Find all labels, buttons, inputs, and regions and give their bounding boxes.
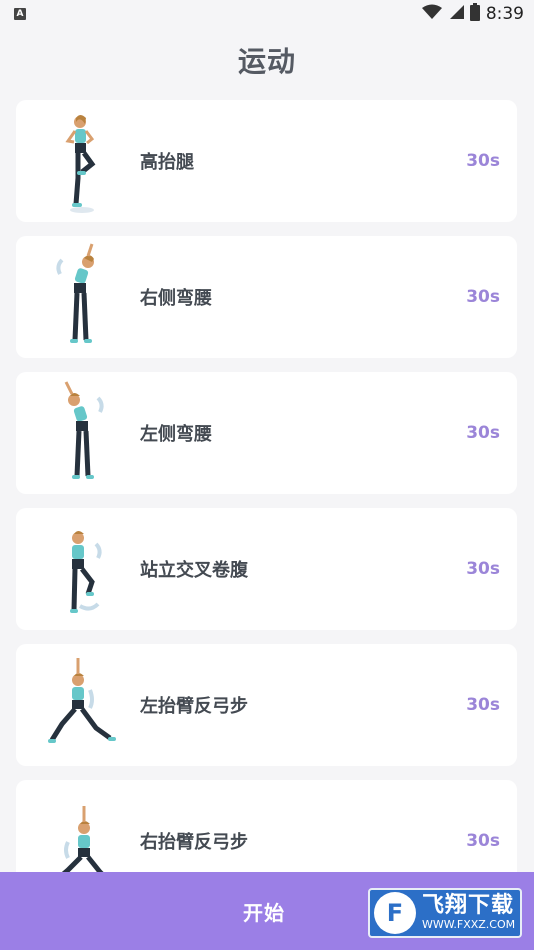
exercise-card-left-reverse-lunge[interactable]: 左抬臂反弓步 30s (16, 644, 517, 766)
watermark-f-icon: F (374, 892, 416, 934)
exercise-duration: 30s (466, 287, 500, 307)
exercise-duration: 30s (466, 831, 500, 851)
page-title: 运动 (237, 45, 296, 78)
exercise-card-high-knees[interactable]: 高抬腿 30s (16, 100, 517, 222)
exercise-name: 高抬腿 (140, 152, 194, 173)
exercise-duration: 30s (466, 423, 500, 443)
exercise-name: 右抬臂反弓步 (140, 832, 248, 853)
exercise-figure-icon (40, 106, 124, 216)
exercise-name: 左侧弯腰 (140, 424, 212, 445)
exercise-figure-icon (40, 650, 124, 760)
watermark-title: 飞翔下载 (422, 893, 515, 918)
exercise-name: 左抬臂反弓步 (140, 696, 248, 717)
exercise-name: 右侧弯腰 (140, 288, 212, 309)
start-button-label: 开始 (243, 900, 285, 925)
exercise-duration: 30s (466, 695, 500, 715)
exercise-duration: 30s (466, 151, 500, 171)
wifi-icon (421, 4, 442, 25)
exercise-list: 高抬腿 30s 右侧弯腰 30s 左侧弯腰 30s 站立交叉卷腹 30s 左抬臂… (16, 100, 517, 916)
exercise-figure-icon (40, 514, 124, 624)
exercise-card-left-side-bend[interactable]: 左侧弯腰 30s (16, 372, 517, 494)
exercise-figure-icon (40, 242, 124, 352)
exercise-figure-icon (40, 378, 124, 488)
exercise-duration: 30s (466, 559, 500, 579)
signal-icon (448, 4, 464, 25)
exercise-name: 站立交叉卷腹 (140, 560, 248, 581)
status-bar: A 8:39 (0, 0, 534, 28)
exercise-card-right-side-bend[interactable]: 右侧弯腰 30s (16, 236, 517, 358)
watermark-logo: F 飞翔下载 WWW.FXXZ.COM (368, 888, 522, 938)
exercise-card-standing-cross-crunch[interactable]: 站立交叉卷腹 30s (16, 508, 517, 630)
notification-a-icon: A (14, 8, 26, 20)
battery-icon (469, 2, 480, 26)
status-time: 8:39 (485, 4, 524, 24)
watermark-url: WWW.FXXZ.COM (422, 918, 516, 931)
